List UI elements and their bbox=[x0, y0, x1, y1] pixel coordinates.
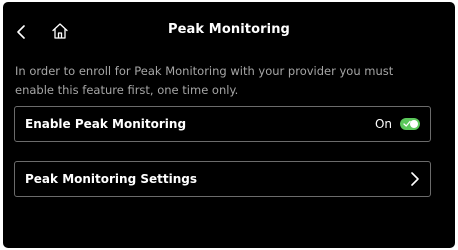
description-text: In order to enroll for Peak Monitoring w… bbox=[15, 64, 394, 97]
chevron-right-icon bbox=[410, 171, 420, 187]
peak-monitoring-settings-row[interactable]: Peak Monitoring Settings bbox=[14, 161, 431, 197]
peak-monitoring-settings-label: Peak Monitoring Settings bbox=[25, 172, 197, 186]
enable-peak-monitoring-toggle[interactable] bbox=[400, 118, 420, 130]
enable-peak-monitoring-row[interactable]: Enable Peak Monitoring On bbox=[14, 106, 431, 142]
enable-peak-monitoring-label: Enable Peak Monitoring bbox=[25, 117, 187, 131]
page-title: Peak Monitoring bbox=[168, 22, 290, 37]
toggle-status-text: On bbox=[374, 117, 392, 131]
screen: Peak Monitoring In order to enroll for P… bbox=[3, 2, 455, 248]
toggle-knob bbox=[410, 120, 418, 128]
